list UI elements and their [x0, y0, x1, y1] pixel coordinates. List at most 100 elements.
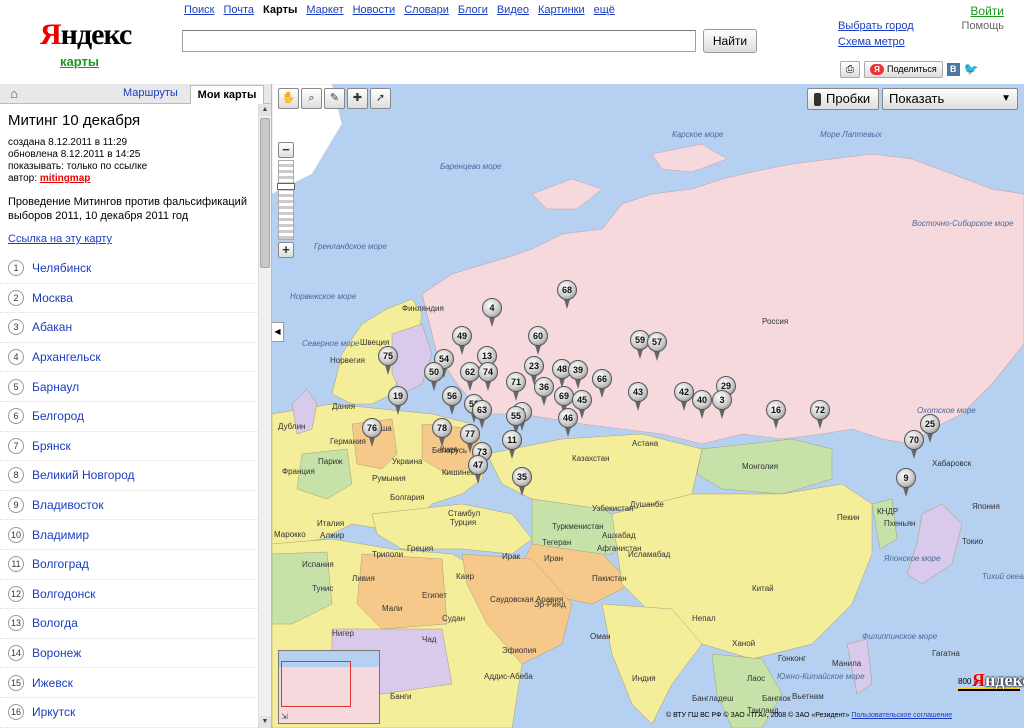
map-placemark[interactable]: 40 [692, 390, 714, 420]
point-label[interactable]: Брянск [32, 439, 71, 453]
maps-service-link[interactable]: карты [60, 54, 99, 69]
map-placemark[interactable]: 70 [904, 430, 926, 460]
point-list-item[interactable]: 14 Воронеж [0, 639, 258, 669]
map-placemark[interactable]: 3 [712, 390, 734, 420]
map-placemark[interactable]: 36 [534, 377, 556, 407]
point-list-item[interactable]: 6 Белгород [0, 402, 258, 432]
search-button[interactable]: Найти [703, 29, 757, 53]
map-placemark[interactable]: 4 [482, 298, 504, 328]
topnav-item[interactable]: Картинки [538, 4, 585, 16]
search-input[interactable] [182, 30, 696, 52]
point-label[interactable]: Москва [32, 291, 73, 305]
topnav-item[interactable]: Блоги [458, 4, 488, 16]
magnifier-icon[interactable]: ⌕ [301, 88, 322, 109]
minimap[interactable]: ⇲ [278, 650, 380, 724]
map-placemark[interactable]: 46 [558, 408, 580, 438]
point-list-item[interactable]: 5 Барнаул [0, 372, 258, 402]
point-label[interactable]: Волгодонск [32, 587, 96, 601]
pointer-icon[interactable]: ➚ [370, 88, 391, 109]
share-button[interactable]: Я Поделиться [864, 61, 943, 78]
point-list-item[interactable]: 11 Волгоград [0, 550, 258, 580]
map-placemark[interactable]: 9 [896, 468, 918, 498]
point-list-item[interactable]: 8 Великий Новгород [0, 461, 258, 491]
map-placemark[interactable]: 43 [628, 382, 650, 412]
metro-map-link[interactable]: Схема метро [838, 36, 905, 48]
topnav-item[interactable]: Словари [404, 4, 449, 16]
map-placemark[interactable]: 56 [442, 386, 464, 416]
sidebar-scrollbar[interactable]: ▲ ▼ [258, 104, 271, 728]
point-label[interactable]: Великий Новгород [32, 468, 135, 482]
choose-city-link[interactable]: Выбрать город [838, 20, 914, 32]
point-list-item[interactable]: 12 Волгодонск [0, 580, 258, 610]
show-layers-select[interactable]: Показать ▼ [882, 88, 1018, 110]
map-placemark[interactable]: 74 [478, 362, 500, 392]
twitter-icon[interactable]: 🐦 [964, 63, 979, 76]
point-list-item[interactable]: 2 Москва [0, 284, 258, 314]
map-placemark[interactable]: 47 [468, 455, 490, 485]
minimap-viewport[interactable] [281, 661, 351, 707]
point-list-item[interactable]: 1 Челябинск [0, 254, 258, 284]
point-label[interactable]: Ижевск [32, 676, 73, 690]
point-list-item[interactable]: 4 Архангельск [0, 343, 258, 373]
map-placemark[interactable]: 72 [810, 400, 832, 430]
topnav-item[interactable]: Карты [263, 4, 297, 16]
map-placemark[interactable]: 57 [647, 332, 669, 362]
zoom-handle[interactable] [277, 183, 295, 190]
scroll-up-arrow[interactable]: ▲ [259, 104, 271, 116]
point-label[interactable]: Владивосток [32, 498, 104, 512]
printer-icon[interactable]: ⎙ [840, 61, 860, 78]
point-list-item[interactable]: 9 Владивосток [0, 491, 258, 521]
map-placemark[interactable]: 71 [506, 372, 528, 402]
ruler-icon[interactable]: ✎ [324, 88, 345, 109]
topnav-item[interactable]: Новости [353, 4, 396, 16]
point-label[interactable]: Белгород [32, 409, 84, 423]
point-label[interactable]: Челябинск [32, 261, 91, 275]
zoom-slider[interactable] [277, 160, 295, 240]
author-link[interactable]: mitingmap [40, 173, 91, 184]
point-list-item[interactable]: 7 Брянск [0, 432, 258, 462]
point-list-item[interactable]: 16 Иркутск [0, 698, 258, 728]
map-link[interactable]: Ссылка на эту карту [8, 233, 112, 245]
point-label[interactable]: Иркутск [32, 705, 75, 719]
map-placemark[interactable]: 11 [502, 430, 524, 460]
topnav-item[interactable]: Маркет [306, 4, 343, 16]
topnav-item[interactable]: Почта [223, 4, 254, 16]
map-placemark[interactable]: 16 [766, 400, 788, 430]
map-placemark[interactable]: 35 [512, 467, 534, 497]
map-placemark[interactable]: 19 [388, 386, 410, 416]
point-list-item[interactable]: 10 Владимир [0, 520, 258, 550]
point-list-item[interactable]: 13 Вологда [0, 609, 258, 639]
add-placemark-icon[interactable]: ✚ [347, 88, 368, 109]
point-label[interactable]: Воронеж [32, 646, 81, 660]
point-label[interactable]: Архангельск [32, 350, 101, 364]
topnav-item[interactable]: ещё [594, 4, 615, 16]
map-placemark[interactable]: 78 [432, 418, 454, 448]
hand-drag-icon[interactable]: ✋ [278, 88, 299, 109]
map-placemark[interactable]: 68 [557, 280, 579, 310]
point-label[interactable]: Барнаул [32, 380, 79, 394]
scroll-thumb[interactable] [260, 118, 270, 268]
point-label[interactable]: Абакан [32, 320, 72, 334]
zoom-in-button[interactable]: + [278, 242, 294, 258]
topnav-item[interactable]: Видео [497, 4, 529, 16]
minimap-toggle-icon[interactable]: ⇲ [281, 712, 288, 721]
collapse-sidebar-arrow[interactable]: ◀ [272, 322, 284, 342]
tab-routes[interactable]: Маршруты [123, 87, 178, 99]
map-placemark[interactable]: 60 [528, 326, 550, 356]
tab-my-maps[interactable]: Мои карты [190, 85, 264, 104]
map-placemark[interactable]: 75 [378, 346, 400, 376]
point-label[interactable]: Владимир [32, 528, 89, 542]
map-canvas[interactable]: Карское море Море Лаптевых Баренцево море Г… [272, 84, 1024, 728]
vkontakte-icon[interactable]: B [946, 63, 960, 76]
terms-link[interactable]: Пользовательское соглашение [851, 712, 952, 719]
yandex-logo[interactable]: Яндекс [40, 18, 132, 52]
point-label[interactable]: Вологда [32, 616, 78, 630]
point-list-item[interactable]: 3 Абакан [0, 313, 258, 343]
scroll-down-arrow[interactable]: ▼ [259, 716, 271, 728]
zoom-out-button[interactable]: − [278, 142, 294, 158]
map-placemark[interactable]: 66 [592, 369, 614, 399]
map-placemark[interactable]: 76 [362, 418, 384, 448]
topnav-item[interactable]: Поиск [184, 4, 214, 16]
home-icon[interactable]: ⌂ [6, 86, 22, 102]
help-link[interactable]: Помощь [962, 20, 1005, 32]
